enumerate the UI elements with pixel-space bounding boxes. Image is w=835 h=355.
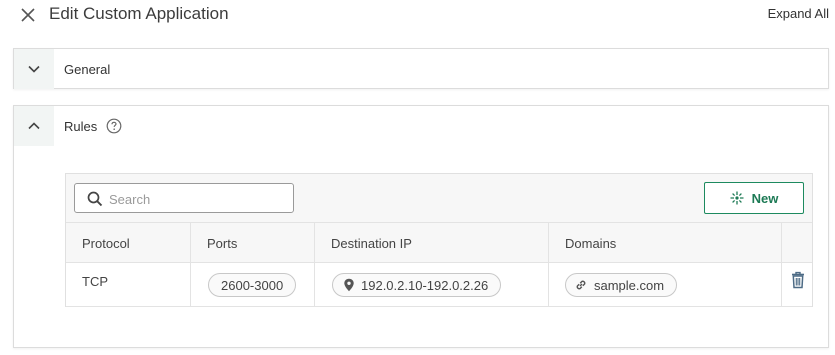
cell-ports: 2600-3000 — [191, 263, 315, 306]
general-section: General — [13, 48, 829, 89]
general-section-header[interactable]: General — [14, 49, 828, 89]
cell-domains: sample.com — [549, 263, 782, 306]
trash-icon[interactable] — [791, 271, 805, 292]
cell-destination-ip: 192.0.2.10-192.0.2.26 — [315, 263, 549, 306]
column-header-destination-ip[interactable]: Destination IP — [315, 223, 549, 262]
search-box[interactable] — [74, 183, 294, 213]
column-header-ports[interactable]: Ports — [191, 223, 315, 262]
search-icon — [87, 191, 103, 207]
link-icon — [576, 280, 586, 290]
chevron-down-icon[interactable] — [14, 49, 54, 89]
close-icon[interactable] — [18, 5, 38, 25]
chevron-up-icon[interactable] — [14, 106, 54, 146]
column-header-protocol[interactable]: Protocol — [66, 223, 191, 262]
page-title: Edit Custom Application — [49, 4, 229, 23]
destination-ip-value: 192.0.2.10-192.0.2.26 — [361, 277, 489, 293]
table-header-row: Protocol Ports Destination IP Domains — [66, 222, 812, 263]
rules-table-container: New Protocol Ports Destination IP Domain… — [65, 173, 813, 307]
general-section-label: General — [64, 62, 111, 77]
column-header-actions — [782, 223, 813, 262]
new-sparkle-icon — [730, 191, 744, 205]
column-header-domains[interactable]: Domains — [549, 223, 782, 262]
rules-section-label: Rules — [64, 119, 98, 134]
ports-chip: 2600-3000 — [208, 273, 297, 297]
new-button[interactable]: New — [704, 182, 804, 214]
domain-chip: sample.com — [565, 273, 678, 297]
search-input[interactable] — [109, 189, 279, 209]
domain-value: sample.com — [594, 277, 665, 293]
help-icon[interactable] — [106, 118, 122, 134]
page-header: Edit Custom Application Expand All — [0, 0, 835, 30]
location-pin-icon — [344, 278, 354, 292]
rules-toolbar: New — [66, 174, 812, 222]
destination-ip-chip: 192.0.2.10-192.0.2.26 — [332, 273, 502, 297]
expand-all-link[interactable]: Expand All — [768, 6, 829, 21]
ports-value: 2600-3000 — [221, 277, 284, 293]
rules-table: Protocol Ports Destination IP Domains TC… — [66, 222, 812, 307]
rules-section: Rules New — [13, 105, 829, 348]
table-row[interactable]: TCP 2600-3000 192.0.2.10-192.0.2.26 samp… — [66, 263, 812, 307]
rules-section-header[interactable]: Rules — [14, 106, 828, 146]
new-button-label: New — [751, 190, 779, 206]
cell-protocol: TCP — [66, 263, 191, 306]
protocol-value: TCP — [82, 274, 108, 289]
cell-actions — [782, 263, 813, 306]
